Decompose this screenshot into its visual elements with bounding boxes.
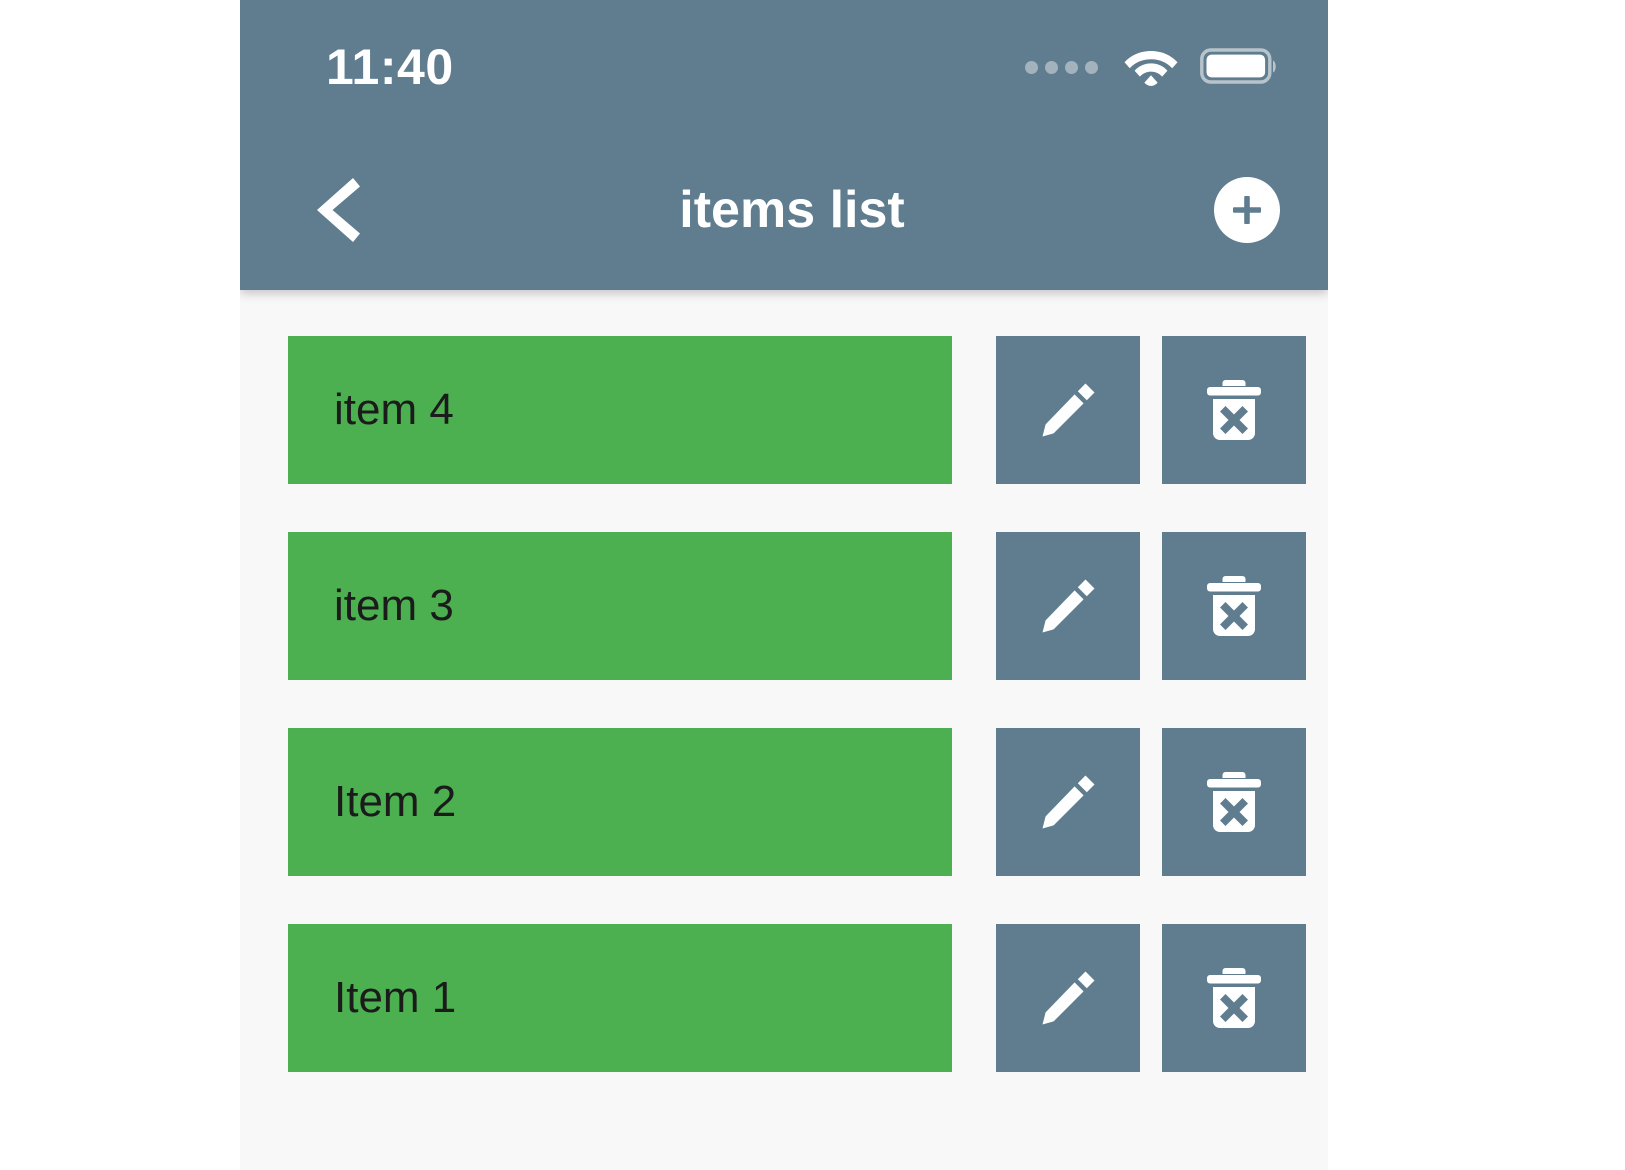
edit-item-button[interactable] <box>996 924 1140 1072</box>
page-title: items list <box>679 181 905 239</box>
item-label[interactable]: Item 2 <box>288 728 952 876</box>
plus-icon <box>1233 196 1261 224</box>
app-bar: 11:40 items list <box>240 0 1328 290</box>
status-bar: 11:40 <box>240 0 1328 130</box>
pencil-icon <box>1042 775 1095 829</box>
pencil-icon <box>1042 383 1095 437</box>
edit-item-button[interactable] <box>996 336 1140 484</box>
trash-x-icon <box>1207 576 1261 636</box>
back-button[interactable] <box>296 168 380 252</box>
trash-x-icon <box>1207 968 1261 1028</box>
status-time: 11:40 <box>326 39 454 95</box>
items-list: item 4 item 3 Item 2 Item 1 <box>240 290 1328 1072</box>
edit-item-button[interactable] <box>996 728 1140 876</box>
pencil-icon <box>1042 971 1095 1025</box>
table-row: Item 2 <box>240 728 1328 876</box>
phone-viewport: 11:40 items list item 4 item 3 Item 2 It… <box>240 0 1328 1170</box>
wifi-icon <box>1124 51 1178 86</box>
screenshot-canvas: 11:40 items list item 4 item 3 Item 2 It… <box>0 0 1625 1170</box>
table-row: Item 1 <box>240 924 1328 1072</box>
trash-x-icon <box>1207 772 1261 832</box>
edit-item-button[interactable] <box>996 532 1140 680</box>
delete-item-button[interactable] <box>1162 924 1306 1072</box>
chevron-left-icon <box>317 178 360 242</box>
table-row: item 3 <box>240 532 1328 680</box>
delete-item-button[interactable] <box>1162 532 1306 680</box>
delete-item-button[interactable] <box>1162 336 1306 484</box>
item-label[interactable]: item 3 <box>288 532 952 680</box>
battery-full-icon <box>1200 48 1276 84</box>
delete-item-button[interactable] <box>1162 728 1306 876</box>
trash-x-icon <box>1207 380 1261 440</box>
pencil-icon <box>1042 579 1095 633</box>
item-label[interactable]: Item 1 <box>288 924 952 1072</box>
navigation-row: items list <box>240 130 1328 290</box>
status-indicators <box>1025 47 1278 87</box>
signal-strength-icon <box>1025 60 1098 74</box>
add-item-button[interactable] <box>1214 177 1280 243</box>
item-label[interactable]: item 4 <box>288 336 952 484</box>
table-row: item 4 <box>240 336 1328 484</box>
